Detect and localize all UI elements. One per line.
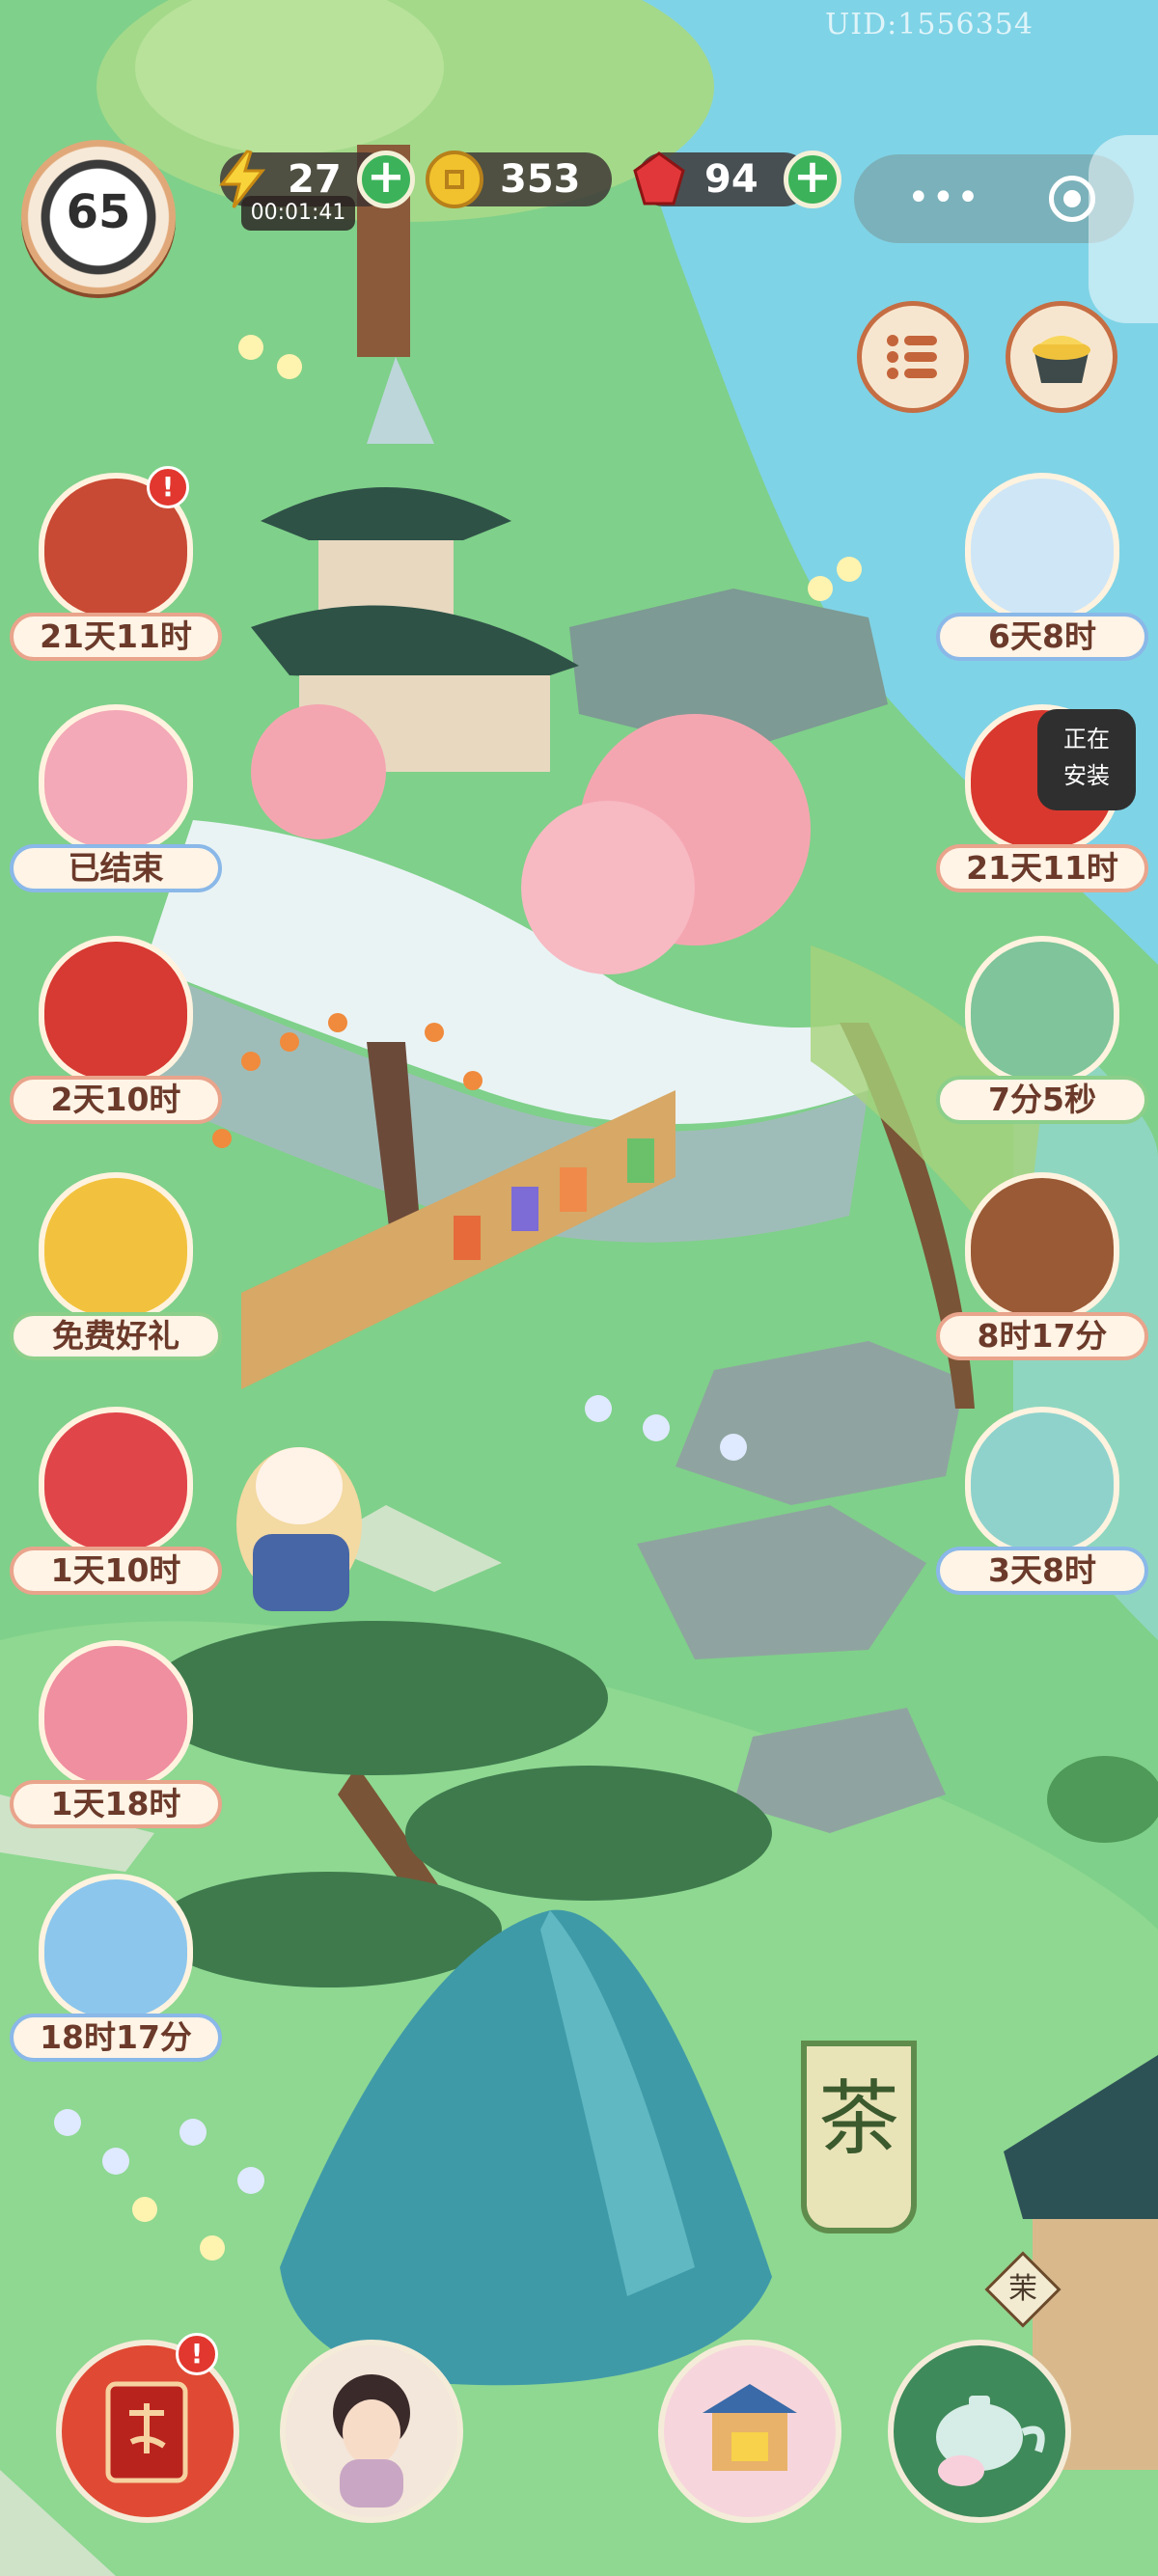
cat-giftbox-icon	[965, 1407, 1119, 1556]
more-menu-icon[interactable]: •••	[907, 178, 981, 217]
character-button[interactable]	[280, 2340, 463, 2523]
alert-badge: !	[147, 466, 189, 508]
event-timer: 1天10时	[10, 1547, 222, 1595]
event-fan[interactable]: 已结束	[10, 704, 222, 897]
event-door[interactable]: 8时17分	[936, 1172, 1148, 1365]
coins-pill: 353	[426, 151, 612, 208]
event-timer: 8时17分	[936, 1312, 1148, 1360]
event-timer: 18时17分	[10, 2014, 222, 2062]
pink-fan-icon	[39, 704, 193, 854]
mouse-flowers-icon	[39, 1640, 193, 1790]
door-crest-icon	[965, 1172, 1119, 1322]
install-line-2: 安装	[1063, 762, 1110, 789]
coin-icon	[426, 151, 483, 208]
gems-value: 94	[704, 157, 758, 202]
event-timer: 2天10时	[10, 1076, 222, 1124]
event-koi[interactable]: 18时17分	[10, 1874, 222, 2067]
side-drawer-tab[interactable]	[1089, 135, 1158, 323]
install-notice: 正在 安装	[1037, 709, 1136, 810]
gold-ingot-icon	[1033, 336, 1090, 383]
add-energy-button[interactable]: +	[357, 151, 415, 208]
event-cat-drum[interactable]: 1天10时	[10, 1407, 222, 1600]
coins-value: 353	[500, 157, 581, 202]
alert-badge: !	[176, 2333, 218, 2375]
koi-fish-icon	[39, 1874, 193, 2023]
event-mouse[interactable]: 1天18时	[10, 1640, 222, 1833]
gem-icon	[633, 151, 685, 206]
cat-drum-icon	[39, 1407, 193, 1556]
uid-label: UID:1556354	[825, 8, 1034, 41]
event-timer: 21天11时	[936, 844, 1148, 892]
cat-hammer-icon	[965, 473, 1119, 622]
list-icon	[887, 335, 937, 379]
cat-cart-icon	[965, 936, 1119, 1085]
energy-timer: 00:01:41	[241, 196, 355, 231]
free-gift-knot-icon	[39, 1172, 193, 1322]
menu-list-button[interactable]	[857, 301, 969, 413]
event-gong[interactable]: 2天10时	[10, 936, 222, 1129]
install-line-1: 正在	[1063, 726, 1110, 753]
tea-shop-sign-text: 茉	[1008, 2272, 1037, 2306]
shop-stall-icon	[703, 2384, 797, 2471]
event-timer: 21天11时	[10, 613, 222, 661]
teapot-icon	[936, 2396, 1045, 2486]
event-cat-giftbox[interactable]: 3天8时	[936, 1407, 1148, 1600]
level-badge[interactable]: 65	[21, 140, 176, 294]
event-timer: 7分5秒	[936, 1076, 1148, 1124]
event-cat-cart[interactable]: 7分5秒	[936, 936, 1148, 1129]
tea-shop-banner[interactable]: 茶	[801, 2041, 917, 2233]
event-timer: 1天18时	[10, 1780, 222, 1828]
event-timer: 6天8时	[936, 613, 1148, 661]
event-timer: 免费好礼	[10, 1312, 222, 1360]
shop-button[interactable]	[658, 2340, 841, 2523]
teahouse-button[interactable]	[888, 2340, 1071, 2523]
gong-icon	[39, 936, 193, 1085]
lady-portrait-icon	[333, 2374, 410, 2507]
event-free-gift[interactable]: 免费好礼	[10, 1172, 222, 1365]
event-letter[interactable]: 21天11时	[10, 473, 222, 666]
add-gems-button[interactable]: +	[784, 151, 841, 208]
level-number: 65	[66, 185, 131, 239]
event-timer: 已结束	[10, 844, 222, 892]
treasure-button[interactable]	[1006, 301, 1117, 413]
event-cat-hammer[interactable]: 6天8时	[936, 473, 1148, 666]
event-timer: 3天8时	[936, 1547, 1148, 1595]
